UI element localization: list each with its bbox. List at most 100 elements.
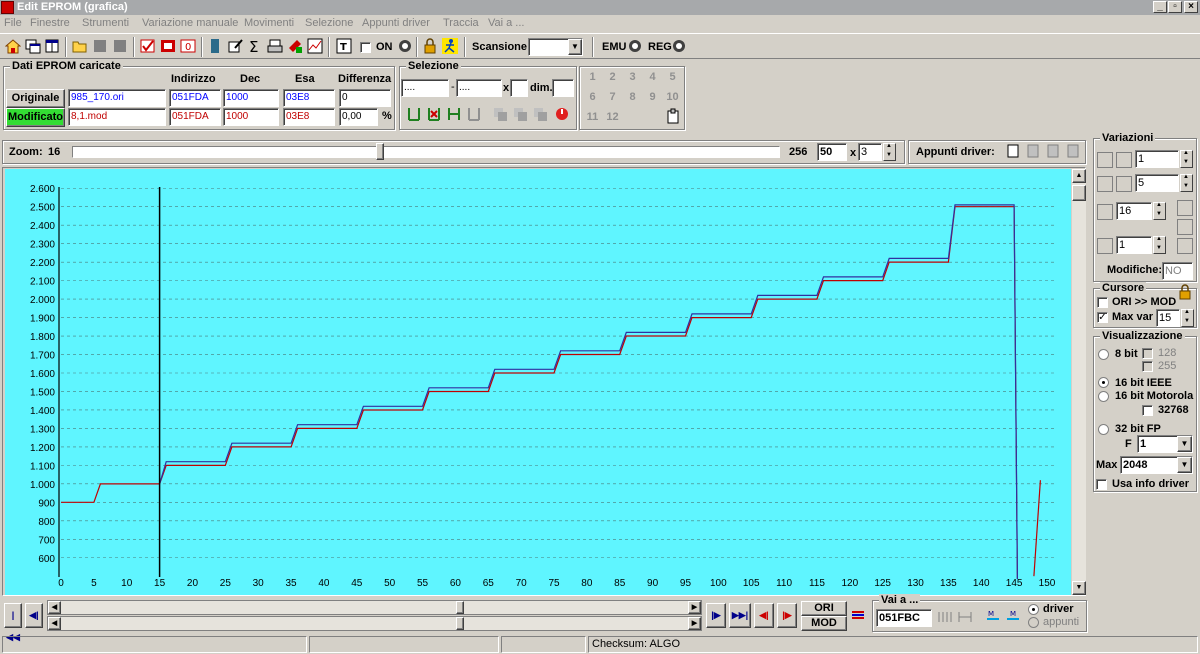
maximize-button[interactable]: ▫	[1168, 1, 1182, 13]
radio-driver[interactable]	[1028, 604, 1039, 615]
checkbox-128[interactable]	[1142, 348, 1153, 359]
sum-icon[interactable]: Σ	[247, 38, 263, 54]
clipboard-icon[interactable]	[665, 108, 681, 124]
numpad-2[interactable]: 2	[603, 68, 622, 86]
select-red-icon[interactable]	[426, 106, 442, 122]
menu-selection[interactable]: Selezione	[305, 15, 353, 32]
open-folder-icon[interactable]	[72, 38, 88, 54]
value4-field[interactable]: 1	[1116, 236, 1152, 254]
t-icon[interactable]	[1177, 238, 1193, 254]
selection-dim-field[interactable]	[552, 79, 574, 97]
hscroll-original-left[interactable]: ◀	[48, 601, 61, 614]
menu-tools[interactable]: Strumenti	[82, 15, 129, 32]
hscroll-modified-right[interactable]: ▶	[688, 617, 701, 630]
selection-to-field[interactable]: ....	[456, 79, 502, 97]
radio-32bit-fp[interactable]	[1098, 424, 1109, 435]
step-down-icon[interactable]	[1116, 152, 1132, 168]
radio-16bit-motorola[interactable]	[1098, 391, 1109, 402]
driver-merge-icon[interactable]	[1045, 143, 1061, 159]
next-button[interactable]: |▶	[706, 603, 726, 628]
scroll-up-button[interactable]: ▲	[1072, 169, 1086, 183]
reg-record-icon[interactable]	[671, 38, 687, 54]
numpad-7[interactable]: 7	[603, 88, 622, 106]
save-icon[interactable]	[92, 38, 108, 54]
edit-icon[interactable]	[227, 38, 243, 54]
chevron-down-icon[interactable]: ▼	[568, 39, 582, 55]
first-button[interactable]: |◀◀	[4, 603, 22, 642]
scroll-thumb[interactable]	[1072, 185, 1086, 201]
goto-address-field[interactable]: 051FBC	[876, 609, 932, 627]
modified-file-field[interactable]: 8,1.mod	[68, 108, 166, 126]
driver-clear-icon[interactable]	[1065, 143, 1081, 159]
on-record-icon[interactable]	[397, 38, 413, 54]
zoom-value-field[interactable]: 50	[817, 143, 847, 161]
menu-file[interactable]: File	[4, 15, 22, 32]
driver-paste-icon[interactable]	[1025, 143, 1041, 159]
plot-background[interactable]: 600 700 800 900 1.000 1.100 1.200 1.300 1.400 1.5…	[5, 169, 1071, 595]
numpad-11[interactable]: 11	[583, 108, 602, 126]
modified-hex-field[interactable]: 03E8	[283, 108, 335, 126]
zoom-slider-track[interactable]	[72, 146, 780, 158]
step2-spinner[interactable]	[1180, 174, 1193, 192]
lock-icon[interactable]	[422, 38, 438, 54]
menu-manual-variation[interactable]: Variazione manuale	[142, 15, 238, 32]
step1-field[interactable]: 1	[1135, 150, 1179, 168]
next-diff-button[interactable]: |▶	[777, 603, 797, 628]
f-chevron-down-icon[interactable]: ▼	[1177, 436, 1192, 452]
zero-icon[interactable]: 0	[180, 38, 196, 54]
hscroll-original-right[interactable]: ▶	[688, 601, 701, 614]
original-address-field[interactable]: 051FDA	[169, 89, 221, 107]
menu-movements[interactable]: Movimenti	[244, 15, 294, 32]
radio-8bit[interactable]	[1098, 349, 1109, 360]
menu-windows[interactable]: Finestre	[30, 15, 70, 32]
selection-from-field[interactable]: ....	[401, 79, 449, 97]
goto-grid-icon[interactable]	[957, 609, 973, 625]
original-diff-field[interactable]: 0	[339, 89, 391, 107]
original-file-field[interactable]: 985_170.ori	[68, 89, 166, 107]
value3-icon[interactable]	[1097, 204, 1113, 220]
original-hex-field[interactable]: 03E8	[283, 89, 335, 107]
h-icon[interactable]	[1177, 219, 1193, 235]
numpad-12[interactable]: 12	[603, 108, 622, 126]
max-chevron-down-icon[interactable]: ▼	[1177, 457, 1192, 473]
step2-field[interactable]: 5	[1135, 174, 1179, 192]
print-icon[interactable]	[267, 38, 283, 54]
numpad-1[interactable]: 1	[583, 68, 602, 86]
step2-down-icon[interactable]	[1116, 176, 1132, 192]
numpad-5[interactable]: 5	[663, 68, 682, 86]
modified-dec-field[interactable]: 1000	[223, 108, 279, 126]
radio-clipboard[interactable]	[1028, 617, 1039, 628]
hscroll-modified-thumb[interactable]	[456, 617, 464, 630]
step1-spinner[interactable]	[1180, 150, 1193, 168]
radio-16bit-ieee[interactable]	[1098, 377, 1109, 388]
home-icon[interactable]	[5, 38, 21, 54]
menu-goto[interactable]: Vai a ...	[488, 15, 524, 32]
last-button[interactable]: ▶▶|	[729, 603, 751, 628]
color-icon[interactable]	[287, 38, 303, 54]
prev-diff-button[interactable]: ◀|	[754, 603, 774, 628]
ori-button[interactable]: ORI	[801, 601, 847, 616]
modified-button[interactable]: Modificato	[6, 108, 65, 127]
original-dec-field[interactable]: 1000	[223, 89, 279, 107]
vertical-scrollbar[interactable]: ▲ ▼	[1072, 169, 1086, 595]
numpad-8[interactable]: 8	[623, 88, 642, 106]
checkbox-255[interactable]	[1142, 361, 1153, 372]
marker-left-icon[interactable]: M	[985, 609, 1001, 625]
paste-disabled-icon[interactable]	[512, 106, 528, 122]
hscroll-modified-left[interactable]: ◀	[48, 617, 61, 630]
ori-mod-checkbox[interactable]	[1097, 297, 1108, 308]
numpad-9[interactable]: 9	[643, 88, 662, 106]
select-disabled-icon[interactable]	[466, 106, 482, 122]
close-button[interactable]: ×	[1184, 1, 1198, 13]
zoom-multiplier-spinner[interactable]	[883, 143, 896, 161]
save-as-icon[interactable]	[112, 38, 128, 54]
maxvar-spinner[interactable]	[1181, 309, 1194, 327]
hscroll-original-thumb[interactable]	[456, 601, 464, 614]
cut-disabled-icon[interactable]	[532, 106, 548, 122]
chip-icon[interactable]	[207, 38, 223, 54]
modified-diff-field[interactable]: 0,00	[339, 108, 378, 126]
maxvar-checkbox[interactable]: ✓	[1097, 312, 1108, 323]
original-button[interactable]: Originale	[6, 89, 65, 108]
checkbox-32768[interactable]	[1142, 405, 1153, 416]
numpad-10[interactable]: 10	[663, 88, 682, 106]
